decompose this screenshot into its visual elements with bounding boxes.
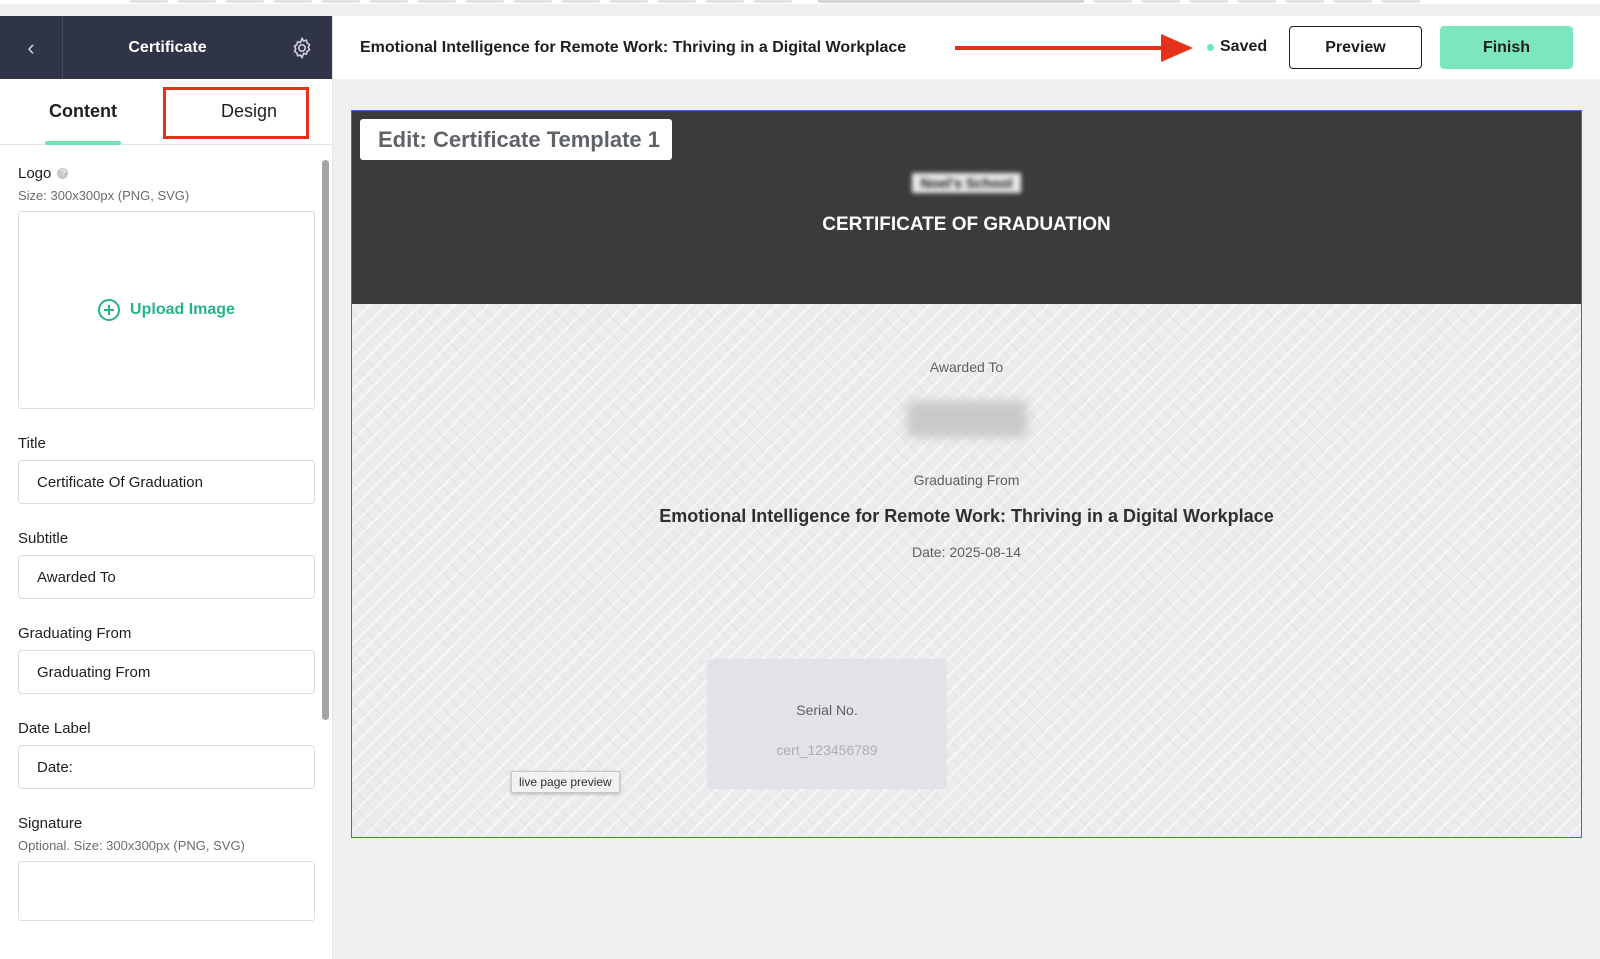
preview-button[interactable]: Preview [1289,26,1422,69]
sidebar-scrollbar[interactable] [322,160,329,720]
graduating-from-text: Graduating From [913,472,1020,488]
sidebar-header: ‹ Certificate [0,16,332,79]
status-dot-icon [1207,43,1214,51]
logo-label-row: Logo ? [18,165,315,182]
tab-content[interactable]: Content [0,79,166,145]
live-preview-tooltip: live page preview [511,771,620,793]
browser-tab-strip [0,0,1600,4]
graduating-from-input[interactable]: Graduating From [18,650,315,694]
course-name: Emotional Intelligence for Remote Work: … [659,506,1274,526]
serial-label: Serial No. [796,702,858,718]
signature-label: Signature [18,815,83,832]
annotation-highlight-box [163,87,309,139]
date-label-input[interactable]: Date: [18,745,315,789]
certificate-title: CERTIFICATE OF GRADUATION [822,214,1111,235]
title-input[interactable]: Certificate Of Graduation [18,460,315,504]
awarded-to-text: Awarded To [929,359,1004,375]
upload-image-label: Upload Image [130,301,235,318]
certificate-body: Awarded To Graduating From Emotional Int… [352,304,1581,837]
back-button[interactable]: ‹ [0,16,63,79]
subtitle-input[interactable]: Awarded To [18,555,315,599]
logo-upload-area[interactable]: Upload Image [18,211,315,409]
annotation-arrow-icon [955,34,1193,62]
school-name-wrap: Noel's School [352,173,1581,193]
editor-topbar: Emotional Intelligence for Remote Work: … [333,16,1600,79]
certificate-date: Date: 2025-08-14 [912,544,1021,560]
subtitle-label: Subtitle [18,530,69,547]
graduating-from-label: Graduating From [18,625,132,642]
help-icon[interactable]: ? [57,168,69,179]
document-title: Emotional Intelligence for Remote Work: … [360,38,907,56]
save-status-label: Saved [1220,38,1268,55]
certificate-header: Edit: Certificate Template 1 Noel's Scho… [352,111,1581,304]
title-label: Title [18,435,46,452]
sidebar-tabs: Content Design [0,79,332,145]
serial-number-box: Serial No. cert_123456789 [707,659,947,789]
signature-hint: Optional. Size: 300x300px (PNG, SVG) [18,838,245,853]
app-root: ‹ Certificate Content Design Logo ? Size… [0,0,1600,959]
school-name: Noel's School [912,173,1021,193]
sidebar-form: Logo ? Size: 300x300px (PNG, SVG) Upload… [0,145,332,959]
date-label-label: Date Label [18,720,91,737]
serial-value: cert_123456789 [776,742,878,758]
recipient-name [906,401,1027,437]
edit-template-label: Edit: Certificate Template 1 [360,119,672,160]
logo-hint: Size: 300x300px (PNG, SVG) [18,188,190,203]
logo-label: Logo [18,165,52,182]
finish-button[interactable]: Finish [1440,26,1573,69]
sidebar-title: Certificate [128,38,207,56]
editor-sidebar: ‹ Certificate Content Design Logo ? Size… [0,16,333,959]
certificate-canvas[interactable]: Edit: Certificate Template 1 Noel's Scho… [351,110,1582,838]
save-status: Saved [1207,38,1267,56]
recipient-name-wrap [352,401,1581,437]
signature-upload-area[interactable] [18,861,315,921]
settings-button[interactable] [272,16,332,79]
chevron-left-icon: ‹ [27,34,35,60]
plus-circle-icon [98,299,121,321]
gear-icon [293,36,311,59]
